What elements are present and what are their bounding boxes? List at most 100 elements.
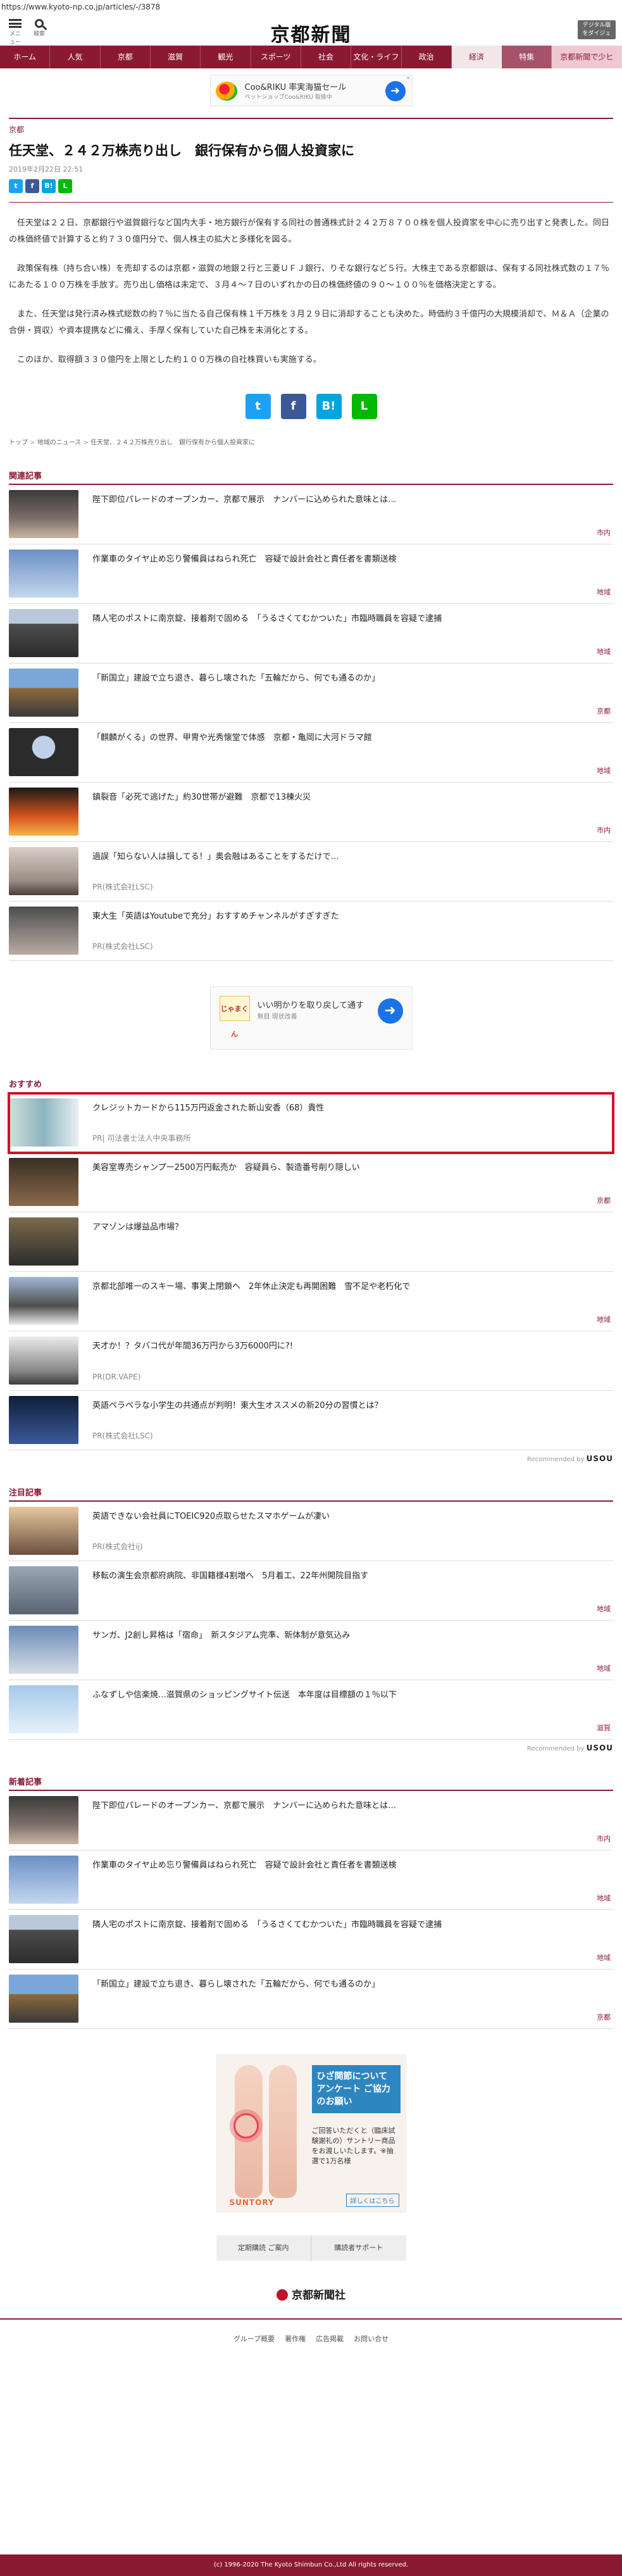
news-item[interactable]: 作業車のタイヤ止め忘り警備員はねられ死亡 容疑で設計会社と責任者を書類送検 地域 bbox=[9, 1850, 613, 1910]
news-item[interactable]: サンガ、J2創し昇格は「宿命」 新スタジアム完準、新体制が意気込み地域 bbox=[9, 1621, 613, 1680]
nav-item[interactable]: 特集 bbox=[502, 46, 552, 68]
category-tag[interactable]: 市内 bbox=[597, 825, 611, 835]
news-title: サンガ、J2創し昇格は「宿命」 新スタジアム完準、新体制が意気込み bbox=[92, 1631, 351, 1640]
news-thumbnail bbox=[9, 1796, 78, 1844]
news-item[interactable]: 鎮裂音「必死で逃げた」約30世帯が避難 京都で13棟火災市内 bbox=[9, 782, 613, 842]
nav-item[interactable]: スポーツ bbox=[251, 46, 301, 68]
nav-item[interactable]: 社会 bbox=[301, 46, 352, 68]
news-item[interactable]: 「新国立」建設で立ち退き、暮らし壊された「五輪だから、何でも通るのか」京都 bbox=[9, 1970, 613, 2029]
subscribe-link[interactable]: 定期購読 ご案内 bbox=[216, 2235, 311, 2261]
category-tag[interactable]: 地域 bbox=[597, 1604, 611, 1614]
site-logo[interactable]: 京都新聞 bbox=[0, 19, 622, 47]
arrow-right-icon[interactable]: ➜ bbox=[385, 81, 406, 101]
news-title: 美容室専売シャンプー2500万円転売か 容疑員ら、製造番号削り隠しい bbox=[92, 1163, 360, 1172]
ad-close-icon[interactable]: ✕ bbox=[406, 75, 411, 81]
news-item[interactable]: 「新国立」建設で立ち退き、暮らし壊された「五輪だから、何でも通るのか」 京都 bbox=[9, 663, 613, 723]
url-bar[interactable]: https://www.kyoto-np.co.jp/articles/-/38… bbox=[0, 0, 622, 14]
ad-logo bbox=[215, 82, 237, 101]
category-tag[interactable]: 京都 bbox=[597, 1195, 611, 1205]
global-nav: ホーム 人気 京都 滋賀 観光 スポーツ 社会 文化・ライフ 政治 経済 特集 京都新聞で少ヒ bbox=[0, 46, 622, 68]
breadcrumb-item[interactable]: トップ bbox=[9, 439, 28, 446]
ad-cta-button[interactable]: 詳しくはこちら bbox=[345, 2194, 399, 2207]
category-tag[interactable]: 地域 bbox=[597, 1952, 611, 1963]
breadcrumb-item[interactable]: 地域のニュース bbox=[28, 439, 81, 446]
news-item[interactable]: 隣人宅のポストに南京錠、接着剤で固める 「うるさくてむかついた」市臨時職員を容疑… bbox=[9, 1910, 613, 1970]
facebook-icon[interactable]: f bbox=[280, 394, 306, 419]
news-thumbnail bbox=[9, 1685, 78, 1733]
nav-item[interactable]: 観光 bbox=[201, 46, 251, 68]
nav-item[interactable]: 文化・ライフ bbox=[351, 46, 402, 68]
ad-banner-top[interactable]: Coo&RIKU 率実海猫セール ペットショップCoo&RIKU 取扱中 ➜ ✕ bbox=[209, 75, 413, 106]
category-tag[interactable]: 地域 bbox=[597, 765, 611, 776]
digital-edition-button[interactable]: デジタル版 をダイジェ bbox=[578, 20, 616, 39]
nav-item[interactable]: 経済 bbox=[451, 46, 502, 68]
news-item[interactable]: 天才か！？タバコ代が年間36万円から3万6000円に?! PR(DR.VAPE) bbox=[9, 1331, 613, 1391]
news-item[interactable]: 作業車のタイヤ止め忘り警備員はねられ死亡 容疑で設計会社と責任者を書類送検 地域 bbox=[9, 544, 613, 604]
category-tag[interactable]: 市内 bbox=[597, 527, 611, 537]
sponsor-label: PR(DR.VAPE) bbox=[92, 1373, 141, 1381]
twitter-icon[interactable]: t bbox=[9, 179, 23, 193]
twitter-icon[interactable]: t bbox=[245, 394, 271, 419]
news-item[interactable]: 美容室専売シャンプー2500万円転売か 容疑員ら、製造番号削り隠しい京都 bbox=[9, 1153, 613, 1212]
news-thumbnail bbox=[9, 1915, 78, 1963]
ad-title: Coo&RIKU 率実海猫セール bbox=[244, 83, 347, 92]
news-item[interactable]: 過誤「知らない人は損してる！」奥会融はあることをするだけで… PR(株式会社LSC… bbox=[9, 842, 613, 902]
nav-item[interactable]: ホーム bbox=[0, 46, 51, 68]
news-item[interactable]: アマゾンは爆益品市場？ bbox=[9, 1212, 613, 1272]
news-thumbnail bbox=[9, 1975, 78, 2023]
ad-description: ご回答いただくと（臨床試験謝礼の）サントリー商品をお渡しいたします。※抽選で1万… bbox=[311, 2127, 395, 2165]
ad-title: いい明かりを取り戻して通す bbox=[257, 1001, 364, 1010]
footer-logo[interactable]: 京都新聞社 bbox=[9, 2286, 613, 2302]
footer-link[interactable]: お問い合せ bbox=[354, 2335, 389, 2343]
news-item[interactable]: 「麒麟がくる」の世界、甲冑や光秀懐堂で体感 京都・亀岡に大河ドラマ館 地域 bbox=[9, 723, 613, 782]
news-item[interactable]: クレジットカードから115万円返金された新山安香（68）貴性 PR| 司法書士法人… bbox=[8, 1092, 614, 1154]
line-icon[interactable]: L bbox=[58, 179, 72, 193]
category-tag[interactable]: 地域 bbox=[597, 1314, 611, 1324]
sponsor-label: PR(株式会社LSC) bbox=[92, 883, 153, 891]
hatena-icon[interactable]: B! bbox=[42, 179, 56, 193]
news-item[interactable]: 陛下即位パレードのオープンカー、京都で展示 ナンバーに込められた意味とは… 市内 bbox=[9, 1791, 613, 1850]
category-tag[interactable]: 地域 bbox=[597, 646, 611, 657]
support-link[interactable]: 購読者サポート bbox=[311, 2235, 406, 2261]
footer-link[interactable]: グループ概要 bbox=[233, 2335, 275, 2343]
news-title: 「新国立」建設で立ち退き、暮らし壊された「五輪だから、何でも通るのか」 bbox=[92, 1980, 380, 1989]
hatena-icon[interactable]: B! bbox=[316, 394, 342, 419]
news-item[interactable]: 隣人宅のポストに南京錠、接着剤で固める 「うるさくてむかついた」市臨時職員を容疑… bbox=[9, 604, 613, 663]
line-icon[interactable]: L bbox=[351, 394, 377, 419]
news-item[interactable]: 京都北部唯一のスキー場、事実上閉鎖へ 2年休止決定も再開困難 雪不足や老朽化で地… bbox=[9, 1272, 613, 1331]
news-item[interactable]: 移転の演生会京都府病院、非国籍様4割増へ 5月着工、22年州開院目指す 地域 bbox=[9, 1561, 613, 1621]
category-tag[interactable]: 地域 bbox=[597, 587, 611, 597]
news-item[interactable]: 英語できない会社員にTOEIC920点取らせたスマホゲームが凄い PR(株式会社i… bbox=[9, 1502, 613, 1561]
news-item[interactable]: 東大生「英語はYoutubeで充分」おすすめチャンネルがすぎすぎた PR(株式会社… bbox=[9, 902, 613, 961]
featured-section-title: 注目記事 bbox=[9, 1486, 613, 1502]
facebook-icon[interactable]: f bbox=[25, 179, 39, 193]
article-category[interactable]: 京都 bbox=[9, 124, 613, 135]
footer-nav: グループ概要 著作権 広告掲載 お問い合せ bbox=[0, 2318, 622, 2344]
news-title: 鎮裂音「必死で逃げた」約30世帯が避難 京都で13棟火災 bbox=[92, 793, 311, 802]
nav-item[interactable]: 滋賀 bbox=[151, 46, 201, 68]
category-tag[interactable]: 滋賀 bbox=[597, 1723, 611, 1733]
category-tag[interactable]: 地域 bbox=[597, 1663, 611, 1673]
related-list: 陛下即位パレードのオープンカー、京都で展示 ナンバーに込められた意味とは… 市内作… bbox=[9, 485, 613, 961]
news-thumbnail bbox=[9, 1396, 78, 1444]
nav-item[interactable]: 政治 bbox=[402, 46, 452, 68]
category-tag[interactable]: 市内 bbox=[597, 1833, 611, 1844]
category-tag[interactable]: 地域 bbox=[597, 1893, 611, 1903]
nav-item[interactable]: 人気 bbox=[50, 46, 101, 68]
arrow-right-icon[interactable]: ➜ bbox=[377, 998, 403, 1024]
target-icon bbox=[233, 2113, 259, 2139]
ad-rectangle[interactable]: ひざ関節について アンケート ご協力のお願い ご回答いただくと（臨床試験謝礼の）… bbox=[216, 2054, 406, 2213]
nav-item[interactable]: 京都新聞で少ヒ bbox=[552, 46, 622, 68]
news-item[interactable]: 陛下即位パレードのオープンカー、京都で展示 ナンバーに込められた意味とは… 市内 bbox=[9, 485, 613, 544]
category-tag[interactable]: 京都 bbox=[597, 706, 611, 716]
news-thumbnail bbox=[9, 1566, 78, 1614]
category-tag[interactable]: 京都 bbox=[597, 2012, 611, 2022]
footer-link[interactable]: 著作権 bbox=[285, 2335, 306, 2343]
news-item[interactable]: 英語ペラペラな小学生の共通点が判明！東大生オススメの新20分の習慣とは？ PR(株… bbox=[9, 1391, 613, 1450]
divider bbox=[9, 202, 613, 203]
news-item[interactable]: ふなずしや信楽焼…滋賀県のショッピングサイト伝送 本年度は目標額の１％以下 滋賀 bbox=[9, 1680, 613, 1740]
article-paragraph: 任天堂は２２日、京都銀行や滋賀銀行など国内大手・地方銀行が保有する同社の普通株式… bbox=[9, 218, 610, 244]
ad-banner-middle[interactable]: じゃまくん いい明かりを取り戻して通す 無目 現状改善 ➜ bbox=[209, 986, 413, 1050]
nav-item[interactable]: 京都 bbox=[101, 46, 151, 68]
footer-link[interactable]: 広告掲載 bbox=[316, 2335, 344, 2343]
